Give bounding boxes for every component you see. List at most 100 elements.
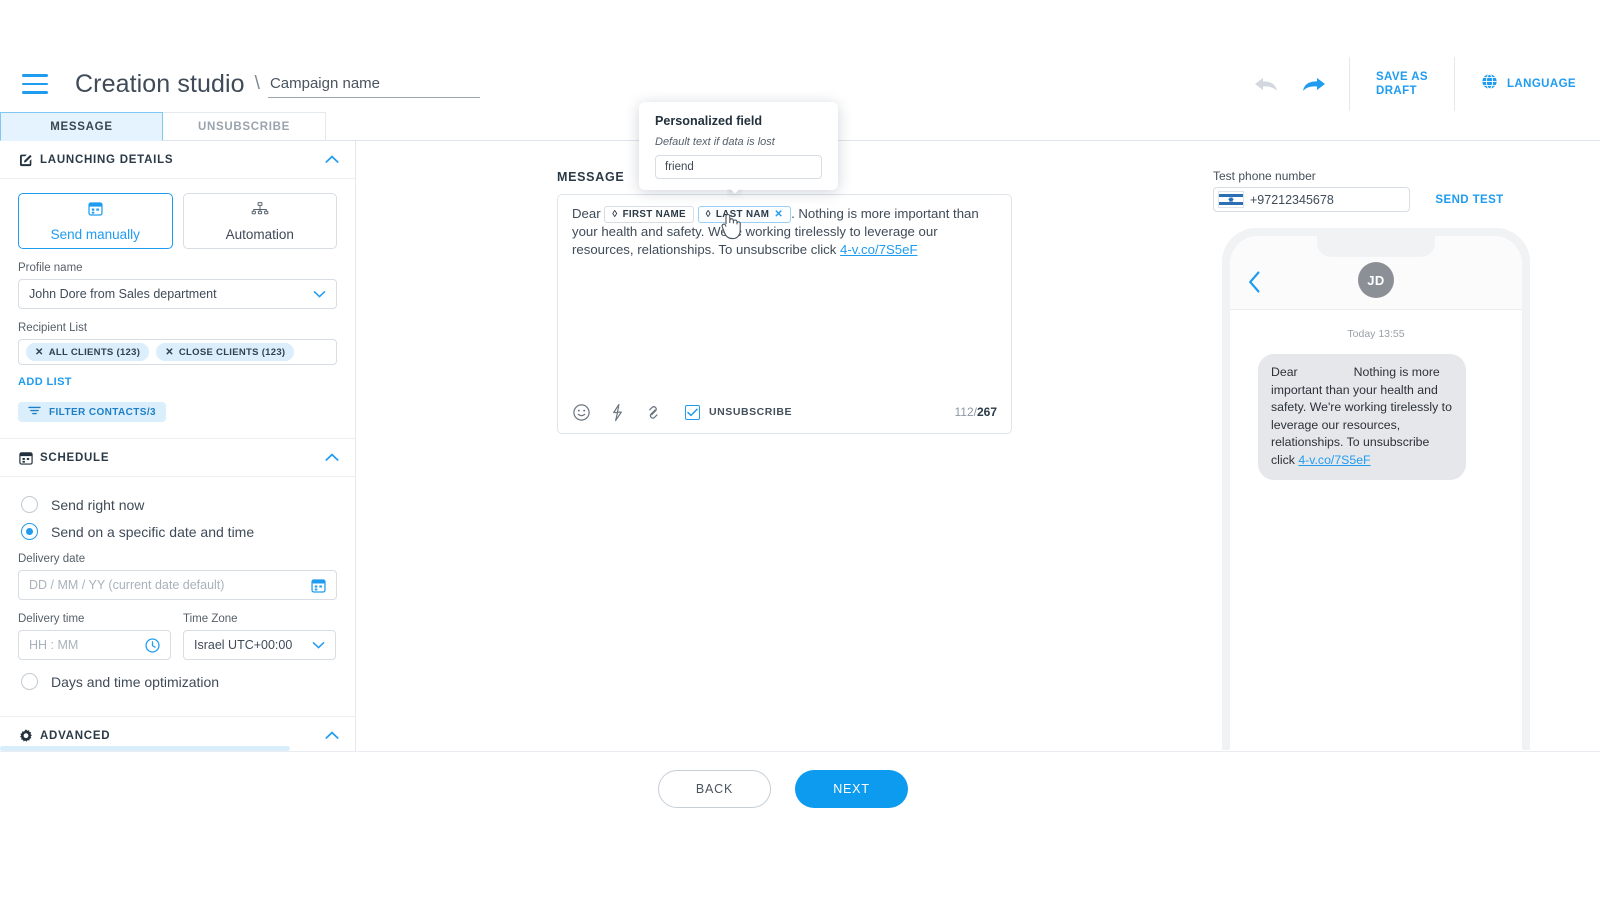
section-header-schedule[interactable]: SCHEDULE <box>0 439 355 477</box>
bubble-text-2: Nothing is more important than your heal… <box>1271 365 1452 467</box>
section-header-launching-details[interactable]: LAUNCHING DETAILS <box>0 141 355 179</box>
profile-name-label: Profile name <box>18 262 83 274</box>
add-list-button[interactable]: ADD LIST <box>18 376 337 388</box>
redo-arrow-icon[interactable] <box>1301 74 1327 94</box>
emoji-smiley-icon[interactable] <box>572 403 591 422</box>
star-of-david-glyph: ✸ <box>1227 195 1235 204</box>
phone-notch <box>1317 236 1435 257</box>
message-editor-text[interactable]: Dear ◊ FIRST NAME ◊ LAST NAM ✕ . Nothing… <box>558 195 1011 258</box>
chevron-down-icon[interactable] <box>313 290 326 298</box>
unsubscribe-checkbox[interactable]: UNSUBSCRIBE <box>685 404 792 420</box>
next-button[interactable]: NEXT <box>795 770 908 808</box>
radio-days-time-optimization[interactable]: Days and time optimization <box>21 673 337 690</box>
popup-subtitle: Default text if data is lost <box>655 136 775 148</box>
radio-send-right-now[interactable]: Send right now <box>21 496 337 513</box>
radio-send-right-now-label: Send right now <box>51 496 145 513</box>
footer-bar: BACK NEXT <box>0 751 1600 900</box>
sitemap-icon <box>251 201 269 222</box>
chevron-up-icon[interactable] <box>325 155 339 164</box>
mouse-cursor-pointer-icon <box>719 211 743 241</box>
character-count-total: 267 <box>976 405 997 419</box>
back-button[interactable]: BACK <box>658 770 771 808</box>
section-body-schedule: Send right now Send on a specific date a… <box>0 477 355 717</box>
avatar: JD <box>1358 262 1394 298</box>
link-chain-icon[interactable] <box>644 403 663 422</box>
send-manually-card[interactable]: Send manually <box>18 193 173 249</box>
delivery-date-input[interactable]: DD / MM / YY (current date default) <box>18 570 337 600</box>
profile-name-select[interactable]: John Dore from Sales department <box>18 279 337 309</box>
radio-days-time-optimization-label: Days and time optimization <box>51 673 220 690</box>
timezone-select[interactable]: Israel UTC+00:00 <box>183 630 336 660</box>
globe-icon <box>1481 73 1498 95</box>
tag-first-name[interactable]: ◊ FIRST NAME <box>604 206 694 224</box>
radio-send-specific-date[interactable]: Send on a specific date and time <box>21 523 337 540</box>
delivery-time-row: Delivery time HH : MM Time Zone Israel U… <box>18 600 337 660</box>
recipient-chip-label: ALL CLIENTS (123) <box>48 346 141 358</box>
section-title-launching: LAUNCHING DETAILS <box>40 153 174 166</box>
phone-chat-body: Today 13:55 Dear Nothing is more importan… <box>1230 310 1522 480</box>
save-draft-line2: DRAFT <box>1375 85 1417 97</box>
lightning-bolt-icon[interactable] <box>609 403 626 422</box>
recipient-list-field[interactable]: ✕ ALL CLIENTS (123) ✕ CLOSE CLIENTS (123… <box>18 339 337 365</box>
chat-timestamp: Today 13:55 <box>1347 328 1405 340</box>
settings-sidebar: LAUNCHING DETAILS Send manually Automati… <box>0 141 356 751</box>
chevron-down-icon[interactable] <box>312 641 325 649</box>
delivery-date-label: Delivery date <box>18 553 86 565</box>
send-manually-label: Send manually <box>50 227 140 242</box>
phone-preview: JD Today 13:55 Dear Nothing is more impor… <box>1222 228 1530 750</box>
chevron-left-icon[interactable] <box>1248 271 1261 293</box>
radio-icon[interactable] <box>21 496 38 513</box>
chevron-up-icon[interactable] <box>325 453 339 462</box>
recipient-chip[interactable]: ✕ ALL CLIENTS (123) <box>26 343 150 361</box>
popup-default-text-input[interactable] <box>655 155 822 179</box>
message-editor[interactable]: Dear ◊ FIRST NAME ◊ LAST NAM ✕ . Nothing… <box>557 194 1012 434</box>
radio-icon-selected[interactable] <box>21 523 38 540</box>
close-x-icon[interactable]: ✕ <box>165 347 174 358</box>
title-separator: \ <box>254 73 260 94</box>
close-x-icon[interactable]: ✕ <box>35 347 44 358</box>
recipient-chip[interactable]: ✕ CLOSE CLIENTS (123) <box>156 343 295 361</box>
clock-icon[interactable] <box>144 637 161 654</box>
message-link[interactable]: 4-v.co/7S5eF <box>840 242 917 257</box>
radio-icon[interactable] <box>21 673 38 690</box>
character-count-used: 112 <box>954 405 974 419</box>
automation-card[interactable]: Automation <box>182 193 337 249</box>
character-counter: 112/267 <box>954 405 997 419</box>
filter-icon <box>28 405 41 419</box>
delivery-date-placeholder: DD / MM / YY (current date default) <box>29 578 225 592</box>
test-phone-number-input[interactable] <box>1250 192 1400 207</box>
chevron-up-icon[interactable] <box>325 731 339 740</box>
calendar-icon <box>18 450 40 466</box>
campaign-name-input[interactable] <box>267 70 480 98</box>
undo-arrow-icon[interactable] <box>1253 74 1279 94</box>
delivery-time-col: Delivery time HH : MM <box>18 600 171 660</box>
language-label: LANGUAGE <box>1506 78 1576 90</box>
tab-message[interactable]: MESSAGE <box>0 112 163 141</box>
send-test-button[interactable]: SEND TEST <box>1424 186 1515 213</box>
language-button[interactable]: LANGUAGE <box>1455 73 1600 95</box>
edit-square-icon <box>18 152 40 168</box>
section-body-launching: Send manually Automation Profile name Jo… <box>0 179 355 439</box>
hamburger-icon[interactable] <box>22 74 48 94</box>
delivery-time-label: Delivery time <box>18 613 85 625</box>
calendar-icon[interactable] <box>310 577 327 594</box>
popup-title: Personalized field <box>655 114 763 128</box>
delivery-time-input[interactable]: HH : MM <box>18 630 171 660</box>
close-x-icon[interactable]: ✕ <box>774 206 783 224</box>
timezone-col: Time Zone Israel UTC+00:00 <box>183 600 336 660</box>
test-phone-number-field[interactable]: ✸ <box>1213 187 1410 212</box>
timezone-label: Time Zone <box>183 613 238 625</box>
section-title-advanced: ADVANCED <box>40 729 111 742</box>
recipient-list-label: Recipient List <box>18 322 88 334</box>
message-text-before: Dear <box>572 206 601 221</box>
bubble-link[interactable]: 4-v.co/7S5eF <box>1298 453 1370 467</box>
message-section-label: MESSAGE <box>557 170 625 184</box>
tab-unsubscribe[interactable]: UNSUBSCRIBE <box>163 112 326 141</box>
lightning-bolt-icon: ◊ <box>612 209 618 220</box>
save-as-draft-button[interactable]: SAVE AS DRAFT <box>1350 70 1454 98</box>
checkbox-checked-icon[interactable] <box>685 404 700 420</box>
tag-last-name[interactable]: ◊ LAST NAM ✕ <box>697 206 792 224</box>
filter-contacts-button[interactable]: FILTER CONTACTS/3 <box>18 402 166 422</box>
bubble-text-1: Dear <box>1271 365 1298 379</box>
phone-chat-header: JD <box>1230 236 1522 310</box>
